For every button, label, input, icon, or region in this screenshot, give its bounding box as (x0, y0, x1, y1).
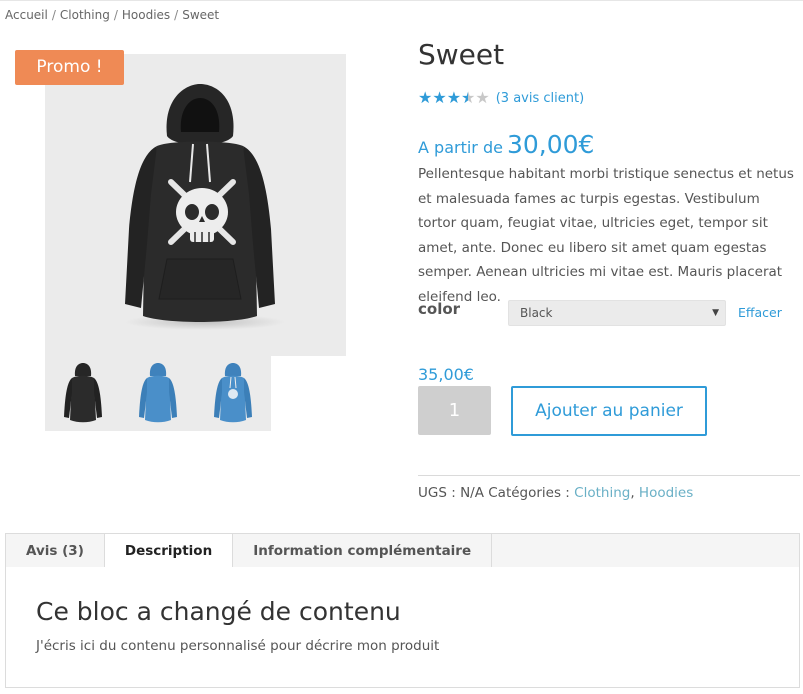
star-icon: ★ (432, 88, 447, 107)
color-select[interactable]: Black ▼ (508, 300, 726, 326)
breadcrumb-separator: / (174, 8, 179, 22)
category-link-hoodies[interactable]: Hoodies (639, 485, 693, 501)
hoodie-blue-thumb-image (138, 362, 177, 422)
star-half-icon: ★ (461, 88, 476, 107)
product-main-image[interactable] (45, 54, 346, 356)
breadcrumb-home[interactable]: Accueil (5, 8, 48, 22)
price-prefix: A partir de (418, 138, 503, 157)
product-rating: ★ ★ ★ ★ ★ (3 avis client) (418, 90, 584, 106)
breadcrumb-separator: / (51, 8, 56, 22)
star-empty-icon: ★ (475, 88, 490, 107)
price-amount: 30,00€ (506, 130, 595, 159)
top-border (0, 0, 803, 1)
hoodie-black-image (125, 84, 285, 330)
star-icon: ★ (446, 88, 462, 107)
hoodie-black-thumb-image (63, 362, 102, 422)
rating-stars: ★ ★ ★ ★ ★ (418, 90, 490, 106)
panel-heading: Ce bloc a changé de contenu (36, 597, 401, 626)
dropdown-arrow-icon: ▼ (712, 308, 719, 318)
color-select-value: Black (520, 306, 553, 320)
thumbnail-black-hoodie[interactable] (45, 356, 120, 431)
breadcrumb: Accueil / Clothing / Hoodies / Sweet (5, 8, 219, 22)
price-range: A partir de 30,00€ (418, 130, 594, 159)
sku-label: UGS : (418, 485, 456, 501)
tab-reviews[interactable]: Avis (3) (6, 534, 105, 568)
meta-divider (418, 475, 800, 476)
product-tabs: Avis (3) Description Information complém… (5, 533, 800, 569)
breadcrumb-separator: / (113, 8, 118, 22)
star-icon: ★ (418, 88, 433, 107)
category-link-clothing[interactable]: Clothing (574, 485, 630, 501)
hoodie-blue-print-thumb-image (213, 362, 252, 422)
clear-variation-link[interactable]: Effacer (738, 305, 782, 320)
categories-label: Catégories : (488, 485, 570, 501)
quantity-input[interactable]: 1 (418, 386, 491, 435)
product-short-description: Pellentesque habitant morbi tristique se… (418, 166, 794, 305)
reviews-link[interactable]: (3 avis client) (496, 91, 584, 106)
tab-additional-information[interactable]: Information complémentaire (233, 534, 493, 568)
product-title: Sweet (418, 38, 505, 71)
tab-description[interactable]: Description (104, 534, 234, 569)
thumbnail-blue-hoodie[interactable] (120, 356, 195, 431)
promo-badge: Promo ! (15, 50, 124, 85)
breadcrumb-clothing[interactable]: Clothing (60, 8, 110, 22)
add-to-cart-button[interactable]: Ajouter au panier (511, 386, 707, 436)
thumbnail-blue-hoodie-print[interactable] (195, 356, 270, 431)
category-separator: , (630, 485, 639, 501)
variation-price: 35,00€ (418, 365, 474, 384)
breadcrumb-hoodies[interactable]: Hoodies (122, 8, 170, 22)
tab-panel-description: Ce bloc a changé de contenu J'écris ici … (5, 567, 800, 688)
sku-value: N/A (460, 485, 484, 501)
breadcrumb-current: Sweet (182, 8, 220, 22)
gallery-thumbnails (45, 356, 271, 431)
product-meta: UGS : N/A Catégories : Clothing, Hoodies (418, 485, 693, 501)
panel-text: J'écris ici du contenu personnalisé pour… (36, 638, 440, 654)
variation-label: color (418, 300, 461, 318)
